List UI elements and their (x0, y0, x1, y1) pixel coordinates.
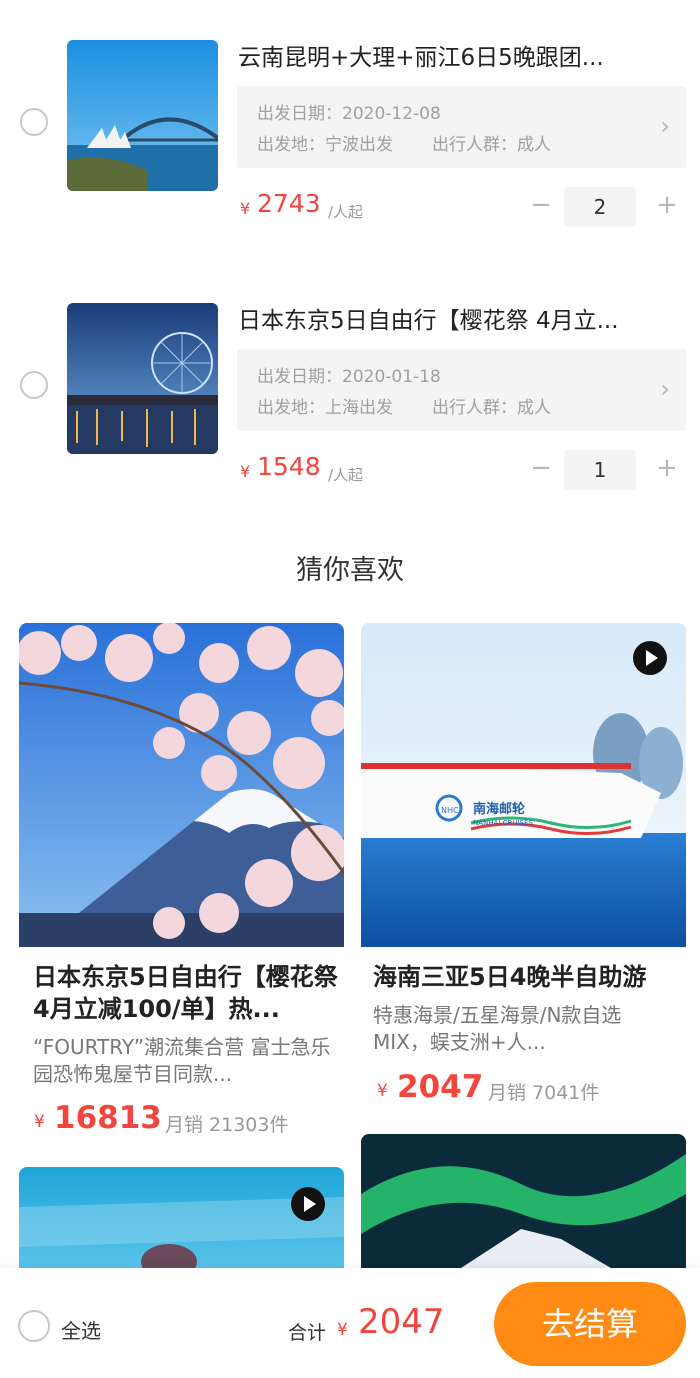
card-title[interactable]: 海南三亚5日4晚半自助游 (373, 961, 678, 993)
chevron-right-icon: › (660, 112, 670, 140)
departure-date: 出发日期：2020-01-18 (257, 367, 441, 387)
quantity-minus-button[interactable]: − (526, 453, 556, 483)
chevron-right-icon: › (660, 375, 670, 403)
departure-date: 出发日期：2020-12-08 (257, 104, 441, 124)
card-monthly-sales: 月销 7041件 (488, 1082, 600, 1104)
price-unit: /人起 (328, 203, 364, 221)
ship-name-en: NANHAI CRUISES (473, 819, 533, 827)
sydney-opera-house-image[interactable] (67, 40, 218, 191)
checkout-bar: 全选 合计 ¥ 2047 去结算 (0, 1268, 700, 1378)
recommend-section-title: 猜你喜欢 (296, 555, 404, 586)
underwater-image[interactable] (19, 1167, 344, 1268)
traveler-type: 出行人群：成人 (432, 135, 551, 155)
price-symbol: ¥ (34, 1112, 45, 1132)
ship-logo-text: NHC (441, 806, 459, 815)
quantity-value[interactable]: 1 (564, 450, 636, 490)
item-select-radio[interactable] (20, 371, 48, 399)
departure-place: 出发地：上海出发 (257, 398, 393, 418)
card-price: 16813 (54, 1100, 162, 1136)
price-symbol: ¥ (240, 199, 251, 218)
aurora-image[interactable] (361, 1134, 686, 1268)
card-price: 2047 (397, 1069, 484, 1105)
checkout-button[interactable]: 去结算 (494, 1282, 686, 1366)
card-title[interactable]: 日本东京5日自由行【樱花祭 4月立减100/单】热... (33, 961, 338, 1025)
total-symbol: ¥ (337, 1320, 348, 1340)
quantity-plus-button[interactable]: + (652, 190, 682, 220)
total-amount: 2047 (358, 1302, 445, 1342)
play-icon[interactable] (291, 1187, 325, 1221)
ferris-wheel-city-image[interactable] (67, 303, 218, 454)
price-symbol: ¥ (377, 1081, 388, 1101)
quantity-plus-button[interactable]: + (652, 453, 682, 483)
card-description: 特惠海景/五星海景/N款自选MIX，蜈支洲+人... (373, 1003, 622, 1054)
item-title[interactable]: 日本东京5日自由行【樱花祭 4月立... (238, 301, 678, 335)
item-info-box[interactable]: 出发日期：2020-12-08 出发地：宁波出发 出行人群：成人 › (237, 86, 686, 168)
select-all-radio[interactable] (18, 1310, 50, 1342)
item-title[interactable]: 云南昆明+大理+丽江6日5晚跟团... (238, 38, 678, 72)
ship-name-cn: 南海邮轮 (473, 801, 525, 817)
cruise-ship-image[interactable]: NHC 南海邮轮 NANHAI CRUISES (361, 623, 686, 947)
quantity-value[interactable]: 2 (564, 187, 636, 227)
card-monthly-sales: 月销 21303件 (165, 1114, 289, 1136)
item-info-box[interactable]: 出发日期：2020-01-18 出发地：上海出发 出行人群：成人 › (237, 349, 686, 431)
mount-fuji-sakura-image[interactable] (19, 623, 344, 947)
price-symbol: ¥ (240, 462, 251, 481)
item-price: 2743 (257, 189, 321, 218)
quantity-minus-button[interactable]: − (526, 190, 556, 220)
price-unit: /人起 (328, 466, 364, 484)
total-label: 合计 (288, 1322, 327, 1344)
item-select-radio[interactable] (20, 108, 48, 136)
traveler-type: 出行人群：成人 (432, 398, 551, 418)
play-icon[interactable] (633, 641, 667, 675)
departure-place: 出发地：宁波出发 (257, 135, 393, 155)
select-all-label[interactable]: 全选 (61, 1315, 101, 1344)
item-price: 1548 (257, 452, 321, 481)
card-description: “FOURTRY”潮流集合营 富士急乐园恐怖鬼屋节目同款... (33, 1035, 331, 1086)
